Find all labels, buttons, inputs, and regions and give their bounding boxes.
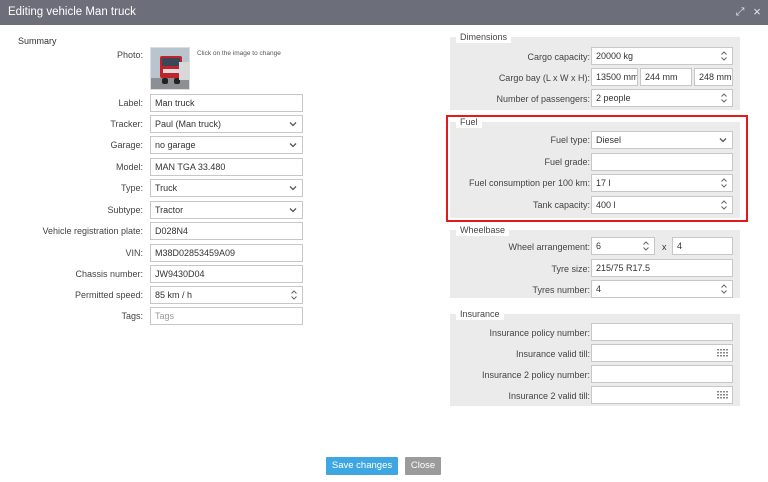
cargo-capacity-value: 20000 kg bbox=[596, 51, 634, 61]
chevron-down-icon bbox=[288, 205, 298, 215]
vin-label: VIN: bbox=[125, 248, 143, 258]
spinner-icon[interactable] bbox=[720, 50, 728, 62]
passengers-value: 2 people bbox=[596, 93, 631, 103]
close-icon[interactable]: × bbox=[750, 5, 764, 19]
speed-stepper[interactable]: 85 km / h bbox=[150, 286, 303, 304]
garage-label: Garage: bbox=[110, 140, 143, 150]
fuel-highlight-box bbox=[446, 115, 748, 222]
wheel-arrangement-label: Wheel arrangement: bbox=[508, 242, 590, 252]
calendar-icon[interactable] bbox=[717, 349, 728, 357]
calendar-icon[interactable] bbox=[717, 391, 728, 399]
speed-label: Permitted speed: bbox=[74, 290, 143, 300]
type-value: Truck bbox=[155, 183, 178, 193]
chassis-label: Chassis number: bbox=[75, 269, 143, 279]
tyre-size-label: Tyre size: bbox=[551, 264, 590, 274]
speed-value: 85 km / h bbox=[155, 290, 193, 300]
label-input[interactable]: Man truck bbox=[150, 94, 303, 112]
summary-title: Summary bbox=[18, 36, 57, 46]
plate-label: Vehicle registration plate: bbox=[42, 226, 143, 236]
chassis-input[interactable]: JW9430D04 bbox=[150, 265, 303, 283]
garage-value: no garage bbox=[155, 140, 196, 150]
cargo-capacity-stepper[interactable]: 20000 kg bbox=[591, 47, 733, 65]
insurance-group: Insurance Insurance policy number: Insur… bbox=[450, 308, 740, 406]
plate-input[interactable]: D028N4 bbox=[150, 222, 303, 240]
tracker-value: Paul (Man truck) bbox=[155, 119, 222, 129]
subtype-label: Subtype: bbox=[107, 205, 143, 215]
cargo-bay-width-input[interactable]: 244 mm bbox=[640, 68, 692, 86]
cargo-bay-length-input[interactable]: 13500 mm bbox=[591, 68, 638, 86]
vin-input[interactable]: M38D02853459A09 bbox=[150, 244, 303, 262]
garage-select[interactable]: no garage bbox=[150, 136, 303, 154]
truck-image bbox=[151, 48, 189, 89]
wheel-arrangement-separator: x bbox=[662, 242, 667, 252]
save-changes-button[interactable]: Save changes bbox=[326, 457, 398, 475]
insurance-valid-date[interactable] bbox=[591, 344, 733, 362]
chevron-down-icon bbox=[288, 119, 298, 129]
tracker-label: Tracker: bbox=[110, 119, 143, 129]
vehicle-photo[interactable] bbox=[150, 47, 190, 90]
insurance-legend: Insurance bbox=[456, 308, 504, 320]
insurance2-policy-input[interactable] bbox=[591, 365, 733, 383]
wheelbase-legend: Wheelbase bbox=[456, 224, 510, 236]
passengers-label: Number of passengers: bbox=[496, 94, 590, 104]
type-label: Type: bbox=[120, 183, 143, 193]
chevron-down-icon bbox=[288, 183, 298, 193]
model-input[interactable]: MAN TGA 33.480 bbox=[150, 158, 303, 176]
wheelbase-group: Wheelbase Wheel arrangement: 6 x 4 Tyre … bbox=[450, 224, 740, 298]
cargo-bay-label: Cargo bay (L x W x H): bbox=[498, 73, 590, 83]
insurance2-policy-label: Insurance 2 policy number: bbox=[481, 370, 590, 380]
tyres-number-label: Tyres number: bbox=[532, 285, 590, 295]
insurance-policy-input[interactable] bbox=[591, 323, 733, 341]
type-select[interactable]: Truck bbox=[150, 179, 303, 197]
spinner-icon[interactable] bbox=[290, 289, 298, 301]
tyres-number-stepper[interactable]: 4 bbox=[591, 280, 733, 298]
wheel-arrangement-b-input[interactable]: 4 bbox=[672, 237, 733, 255]
model-label: Model: bbox=[115, 162, 143, 172]
label-label: Label: bbox=[118, 98, 143, 108]
cargo-bay-height-input[interactable]: 248 mm bbox=[694, 68, 733, 86]
wheel-arrangement-a-stepper[interactable]: 6 bbox=[591, 237, 655, 255]
window-title: Editing vehicle Man truck bbox=[8, 6, 136, 18]
photo-hint: Click on the image to change bbox=[197, 50, 281, 57]
insurance2-valid-date[interactable] bbox=[591, 386, 733, 404]
passengers-stepper[interactable]: 2 people bbox=[591, 89, 733, 107]
tags-input[interactable]: Tags bbox=[150, 307, 303, 325]
tyre-size-input[interactable]: 215/75 R17.5 bbox=[591, 259, 733, 277]
tyres-number-value: 4 bbox=[596, 284, 602, 294]
chevron-down-icon bbox=[288, 140, 298, 150]
dimensions-legend: Dimensions bbox=[456, 31, 512, 43]
spinner-icon[interactable] bbox=[720, 92, 728, 104]
expand-icon[interactable]: ⤢ bbox=[733, 5, 747, 19]
close-button[interactable]: Close bbox=[405, 457, 441, 475]
wheel-arrangement-a-value: 6 bbox=[596, 241, 602, 251]
insurance-policy-label: Insurance policy number: bbox=[489, 328, 590, 338]
tags-label: Tags: bbox=[121, 311, 143, 321]
tracker-select[interactable]: Paul (Man truck) bbox=[150, 115, 303, 133]
window-titlebar: Editing vehicle Man truck ⤢ × bbox=[0, 0, 768, 25]
spinner-icon[interactable] bbox=[642, 240, 650, 252]
insurance2-valid-label: Insurance 2 valid till: bbox=[508, 391, 590, 401]
cargo-capacity-label: Cargo capacity: bbox=[527, 52, 590, 62]
dimensions-group: Dimensions Cargo capacity: 20000 kg Carg… bbox=[450, 31, 740, 110]
photo-label: Photo: bbox=[116, 50, 143, 60]
spinner-icon[interactable] bbox=[720, 283, 728, 295]
subtype-value: Tractor bbox=[155, 205, 184, 215]
subtype-select[interactable]: Tractor bbox=[150, 201, 303, 219]
insurance-valid-label: Insurance valid till: bbox=[515, 349, 590, 359]
